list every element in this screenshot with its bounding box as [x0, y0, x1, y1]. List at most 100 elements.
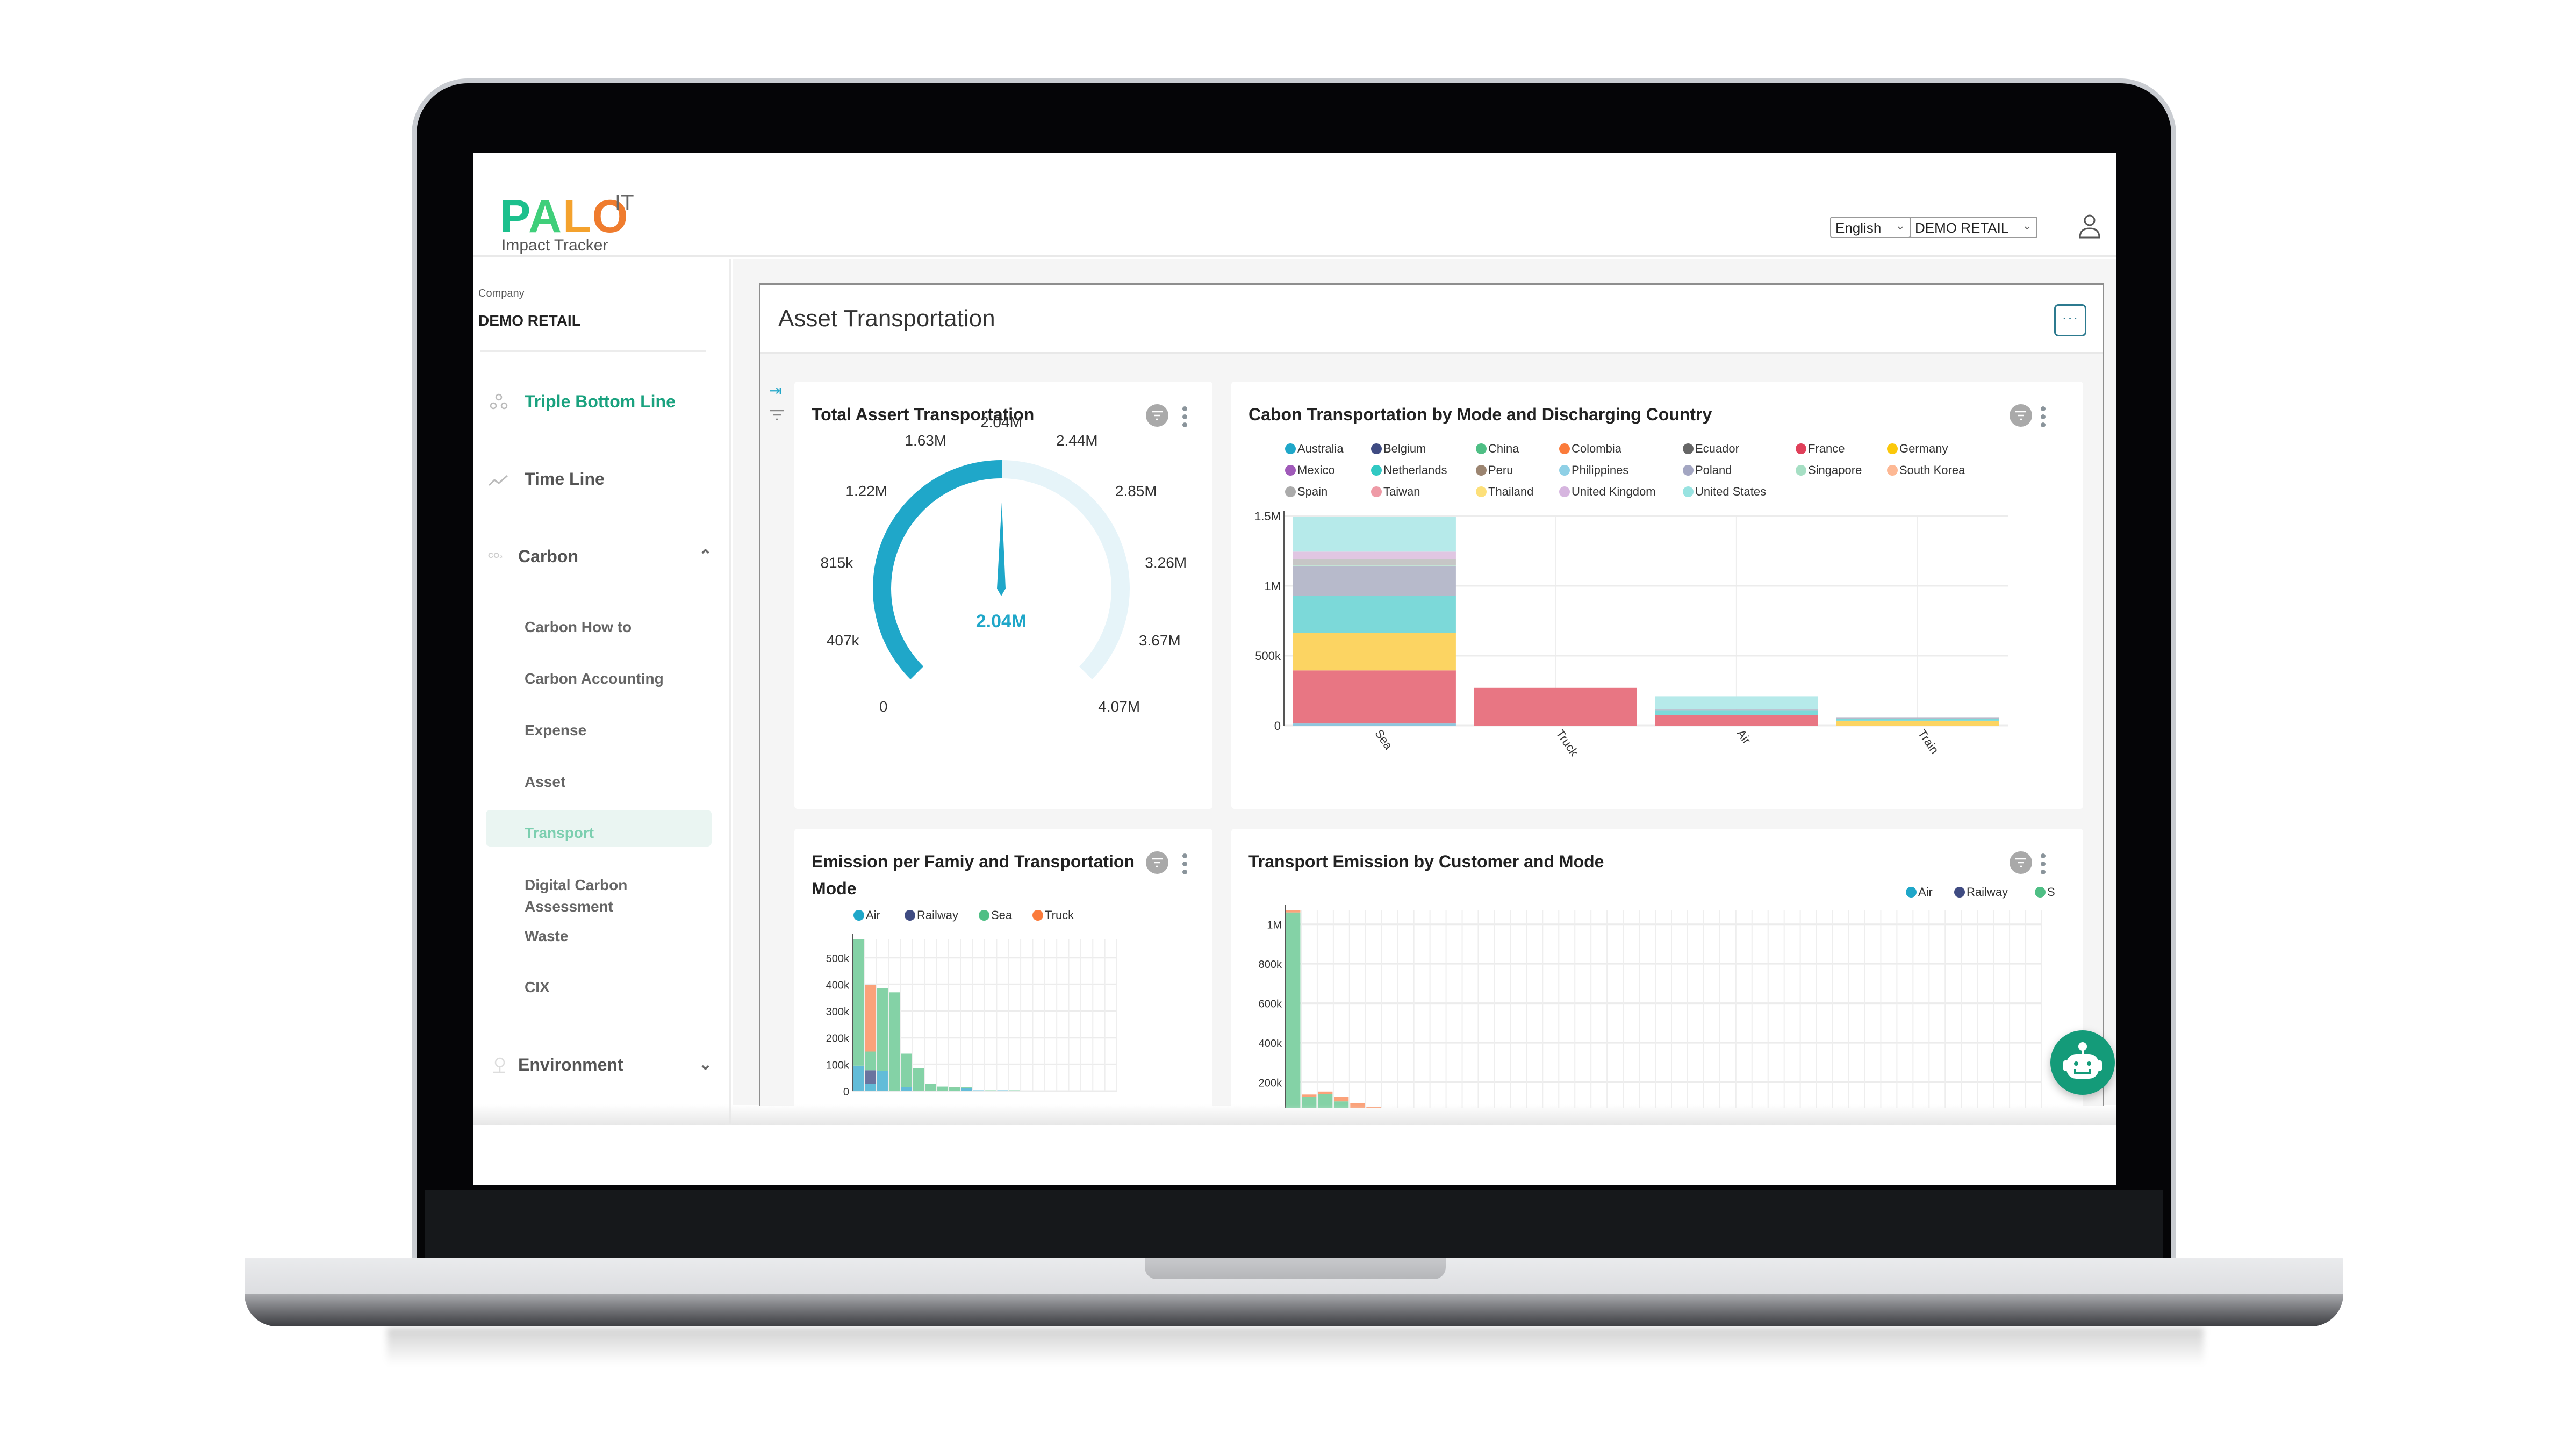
sidebar-subitem-carbon-how-to[interactable]: Carbon How to — [525, 619, 632, 636]
x-tick-label: Truck — [1553, 727, 1581, 759]
bar-segment — [1836, 719, 1999, 721]
logo-letter: A — [528, 191, 563, 242]
bar-segment — [1334, 1097, 1349, 1102]
bar-segment — [961, 1088, 972, 1091]
sidebar-item-label: Time Line — [525, 469, 605, 489]
bar-segment — [1293, 566, 1456, 596]
y-tick-label: 400k — [1259, 1038, 1282, 1050]
sidebar-item-carbon[interactable]: CO₂ Carbon ⌃ — [473, 547, 731, 568]
bar-segment — [925, 1084, 936, 1091]
bar-segment — [1293, 559, 1456, 565]
sidebar-item-label: Triple Bottom Line — [525, 392, 676, 411]
logo-letter: P — [500, 191, 528, 242]
y-tick-label: 500k — [1255, 649, 1281, 663]
bar-segment — [865, 1070, 876, 1084]
gauge-tick-label: 2.44M — [1056, 432, 1098, 449]
sidebar-subitem-transport[interactable]: Transport — [525, 824, 594, 842]
sidebar-subitem-asset[interactable]: Asset — [525, 773, 565, 791]
panel-header: Asset Transportation ··· — [760, 285, 2103, 354]
y-tick-label: 0 — [1274, 719, 1281, 733]
bar-segment — [853, 1065, 864, 1091]
bar-segment — [1836, 720, 1999, 726]
y-tick-label: 600k — [1259, 999, 1282, 1010]
sidebar-subitem-expense[interactable]: Expense — [525, 722, 586, 739]
bar-segment — [913, 1068, 924, 1091]
company-name: DEMO RETAIL — [478, 312, 581, 329]
y-tick-label: 1M — [1267, 920, 1282, 931]
sidebar-subitem-cix[interactable]: CIX — [525, 979, 550, 996]
bar-segment — [1293, 596, 1456, 633]
stacked-bar-chart: 0 100k 200k 300k 400k 500k — [826, 934, 1117, 1098]
bar-segment — [1655, 715, 1818, 726]
bar-segment — [877, 988, 888, 1071]
chevron-down-icon: ⌄ — [1895, 219, 1905, 232]
bar-segment — [1655, 709, 1818, 711]
bar-segment — [1655, 696, 1818, 710]
gauge-tick-label: 2.85M — [1115, 483, 1157, 499]
bar-segment — [865, 985, 876, 1052]
bar-segment — [1302, 1094, 1317, 1097]
sidebar-subitem-waste[interactable]: Waste — [525, 928, 568, 945]
bar-segment — [1293, 517, 1456, 552]
bar-segment — [961, 1087, 972, 1088]
gauge-chart: 2.04M 0 407k 815k 1.22M 1.63M 2.04M 2.44M 2.85M 3… — [820, 414, 1187, 715]
gauge-value-label: 2.04M — [976, 611, 1027, 632]
company-select[interactable]: DEMO RETAIL ⌄ — [1910, 217, 2037, 238]
bar-segment — [1836, 717, 1999, 719]
logo[interactable]: PALO — [500, 193, 629, 240]
gauge-tick-label: 407k — [827, 632, 860, 649]
sidebar-item-time-line[interactable]: Time Line — [473, 469, 731, 491]
x-tick-label: Air — [1734, 727, 1754, 747]
bar-segment — [1286, 912, 1301, 1108]
logo-subtitle: Impact Tracker — [501, 236, 608, 254]
bar-segment — [1286, 910, 1301, 913]
language-select[interactable]: English ⌄ — [1830, 217, 1911, 238]
logo-letter: L — [563, 191, 592, 242]
laptop-hinge — [425, 1190, 2163, 1258]
logo-superscript: IT — [615, 191, 634, 214]
chatbot-button[interactable] — [2050, 1030, 2115, 1095]
sidebar-item-environment[interactable]: Environment ⌄ — [473, 1055, 731, 1077]
sidebar-subitem-digital-carbon-assessment[interactable]: Digital Carbon Assessment — [525, 874, 686, 917]
bar-segment — [889, 992, 900, 1091]
bar-segment — [901, 1087, 912, 1091]
y-tick-label: 0 — [843, 1086, 849, 1098]
bar-segment — [1474, 687, 1637, 726]
y-tick-label: 500k — [826, 953, 850, 965]
gauge-tick-label: 3.26M — [1145, 555, 1187, 571]
gauge-tick-label: 0 — [879, 698, 888, 715]
gauge-tick-label: 1.63M — [905, 432, 946, 449]
bar-segment — [1293, 565, 1456, 566]
bar-segment — [1318, 1091, 1333, 1094]
more-options-button[interactable]: ··· — [2054, 304, 2086, 336]
gauge-needle — [997, 503, 1006, 596]
footer-blank — [473, 1125, 2116, 1185]
language-select-value: English — [1835, 220, 1882, 236]
collapse-sidebar-icon[interactable]: ⇥ — [769, 382, 781, 399]
user-icon[interactable] — [2077, 213, 2102, 240]
sidebar-item-label: Carbon — [518, 547, 578, 566]
bar-segment — [1293, 670, 1456, 724]
environment-icon — [493, 1057, 505, 1073]
y-tick-label: 100k — [826, 1059, 850, 1071]
sidebar-item-triple-bottom-line[interactable]: Triple Bottom Line — [473, 392, 731, 413]
filter-icon[interactable] — [769, 408, 785, 422]
y-tick-label: 1.5M — [1254, 510, 1281, 523]
y-tick-label: 200k — [826, 1033, 850, 1045]
gauge-tick-label: 815k — [820, 555, 853, 571]
laptop-base-lower — [245, 1294, 2343, 1326]
line-chart-icon — [488, 475, 508, 486]
divider — [480, 350, 706, 352]
main-content: Asset Transportation ··· ⇥ Total Assert … — [733, 259, 2116, 1108]
bar-segment — [1655, 710, 1818, 715]
page-title: Asset Transportation — [778, 305, 995, 332]
bar-segment — [1293, 551, 1456, 559]
company-select-value: DEMO RETAIL — [1915, 220, 2009, 236]
chevron-up-icon: ⌃ — [699, 547, 713, 565]
robot-icon — [2063, 1042, 2102, 1079]
scroll-fade — [473, 1104, 2116, 1126]
bar-segment — [877, 1071, 888, 1091]
sidebar-subitem-carbon-accounting[interactable]: Carbon Accounting — [525, 670, 664, 687]
bar-segment — [1293, 633, 1456, 671]
y-tick-label: 800k — [1259, 959, 1282, 971]
